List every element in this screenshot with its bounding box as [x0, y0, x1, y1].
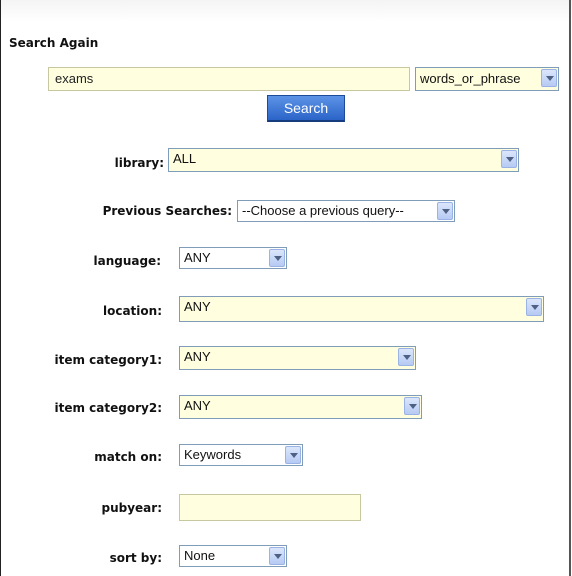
- item-category1-label: item category1:: [54, 353, 162, 367]
- chevron-down-icon[interactable]: [285, 446, 301, 464]
- library-label: library:: [114, 156, 164, 170]
- search-again-heading: Search Again: [9, 36, 99, 50]
- chevron-down-icon[interactable]: [269, 547, 285, 565]
- chevron-down-icon[interactable]: [541, 69, 557, 87]
- chevron-down-icon[interactable]: [437, 202, 453, 220]
- search-mode-select[interactable]: words_or_phrase: [415, 67, 559, 91]
- language-value: ANY: [184, 250, 211, 265]
- chevron-down-icon[interactable]: [398, 348, 414, 366]
- chevron-down-icon[interactable]: [526, 298, 542, 316]
- location-label: location:: [102, 304, 162, 318]
- library-select[interactable]: ALL: [168, 148, 519, 172]
- search-button[interactable]: Search: [267, 95, 345, 122]
- previous-searches-select[interactable]: --Choose a previous query--: [237, 200, 455, 222]
- right-border: [569, 0, 571, 576]
- library-value: ALL: [173, 151, 197, 166]
- previous-searches-label: Previous Searches:: [102, 204, 232, 218]
- language-select[interactable]: ANY: [179, 247, 287, 269]
- match-on-value: Keywords: [184, 447, 242, 462]
- pubyear-input[interactable]: [179, 494, 361, 521]
- sort-by-value: None: [184, 548, 216, 563]
- match-on-label: match on:: [94, 450, 162, 464]
- language-label: language:: [93, 254, 161, 268]
- search-mode-value: words_or_phrase: [420, 71, 521, 86]
- chevron-down-icon[interactable]: [404, 397, 420, 415]
- search-again-panel: Search Again exams words_or_phrase Searc…: [0, 0, 572, 576]
- location-value: ANY: [184, 299, 211, 314]
- location-select[interactable]: ANY: [179, 296, 544, 322]
- item-category2-value: ANY: [184, 398, 211, 413]
- top-shadow: [1, 0, 572, 22]
- item-category1-value: ANY: [184, 349, 211, 364]
- pubyear-label: pubyear:: [101, 501, 163, 515]
- chevron-down-icon[interactable]: [501, 150, 517, 168]
- chevron-down-icon[interactable]: [269, 249, 285, 267]
- previous-searches-value: --Choose a previous query--: [242, 203, 404, 218]
- item-category1-select[interactable]: ANY: [179, 346, 416, 370]
- item-category2-select[interactable]: ANY: [179, 395, 422, 419]
- sort-by-select[interactable]: None: [179, 545, 287, 567]
- search-query-input[interactable]: exams: [48, 67, 410, 91]
- match-on-select[interactable]: Keywords: [179, 444, 303, 466]
- item-category2-label: item category2:: [54, 401, 162, 415]
- sort-by-label: sort by:: [109, 551, 162, 565]
